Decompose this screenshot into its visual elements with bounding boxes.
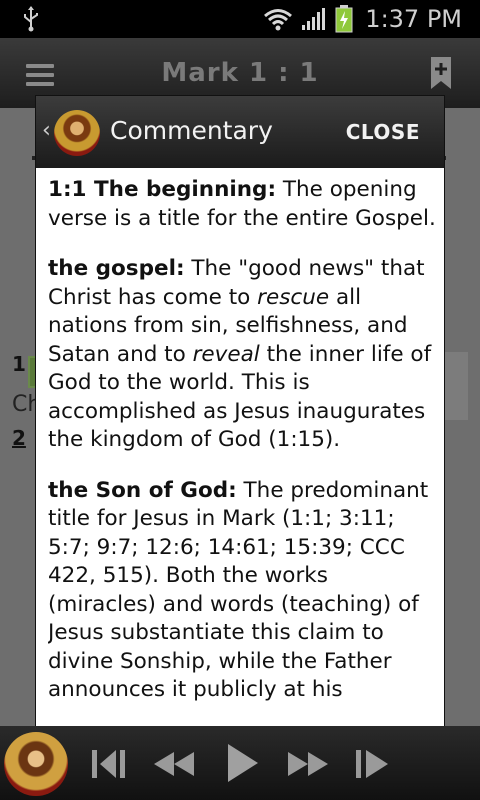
dialog-header: ‹ Commentary CLOSE bbox=[36, 96, 444, 168]
signal-icon bbox=[302, 8, 326, 30]
christ-icon[interactable] bbox=[4, 732, 68, 796]
bookmark-add-icon[interactable] bbox=[430, 56, 452, 90]
back-icon[interactable]: ‹ bbox=[42, 118, 51, 143]
entry-term: 1:1 The beginning: bbox=[48, 177, 277, 202]
verse-number[interactable]: 2 bbox=[12, 426, 26, 450]
entry-emphasis: rescue bbox=[257, 284, 330, 310]
entry-term: the Son of God: bbox=[48, 477, 237, 503]
close-button[interactable]: CLOSE bbox=[346, 120, 420, 144]
christ-icon bbox=[54, 110, 100, 156]
verse-number[interactable]: 1 bbox=[12, 352, 26, 376]
fast-forward-icon[interactable] bbox=[284, 746, 330, 782]
commentary-text: 1:1 The beginning: The opening verse is … bbox=[48, 176, 438, 742]
dialog-title: Commentary bbox=[110, 116, 273, 145]
entry-emphasis: reveal bbox=[192, 341, 260, 367]
commentary-entry: the Son of God: The predominant title fo… bbox=[48, 477, 438, 705]
entry-term: the gospel: bbox=[48, 256, 185, 281]
rewind-icon[interactable] bbox=[152, 746, 198, 782]
commentary-entry: the gospel: The "good news" that Christ … bbox=[48, 255, 438, 455]
commentary-entry: 1:1 The beginning: The opening verse is … bbox=[48, 176, 438, 233]
usb-icon bbox=[24, 6, 38, 32]
wifi-icon bbox=[264, 9, 293, 31]
verse-highlight bbox=[444, 352, 468, 420]
clock: 1:37 PM bbox=[365, 5, 462, 33]
battery-charging-icon bbox=[335, 5, 353, 33]
play-icon[interactable] bbox=[224, 742, 260, 784]
status-bar: 1:37 PM bbox=[0, 0, 480, 38]
audio-player-bar bbox=[0, 726, 480, 800]
page-title: Mark 1 : 1 bbox=[161, 58, 319, 88]
next-track-icon[interactable] bbox=[352, 746, 392, 782]
entry-text: The predominant title for Jesus in Mark … bbox=[48, 477, 429, 703]
previous-track-icon[interactable] bbox=[90, 746, 130, 782]
commentary-dialog: ‹ Commentary CLOSE 1:1 The beginning: Th… bbox=[36, 96, 444, 742]
